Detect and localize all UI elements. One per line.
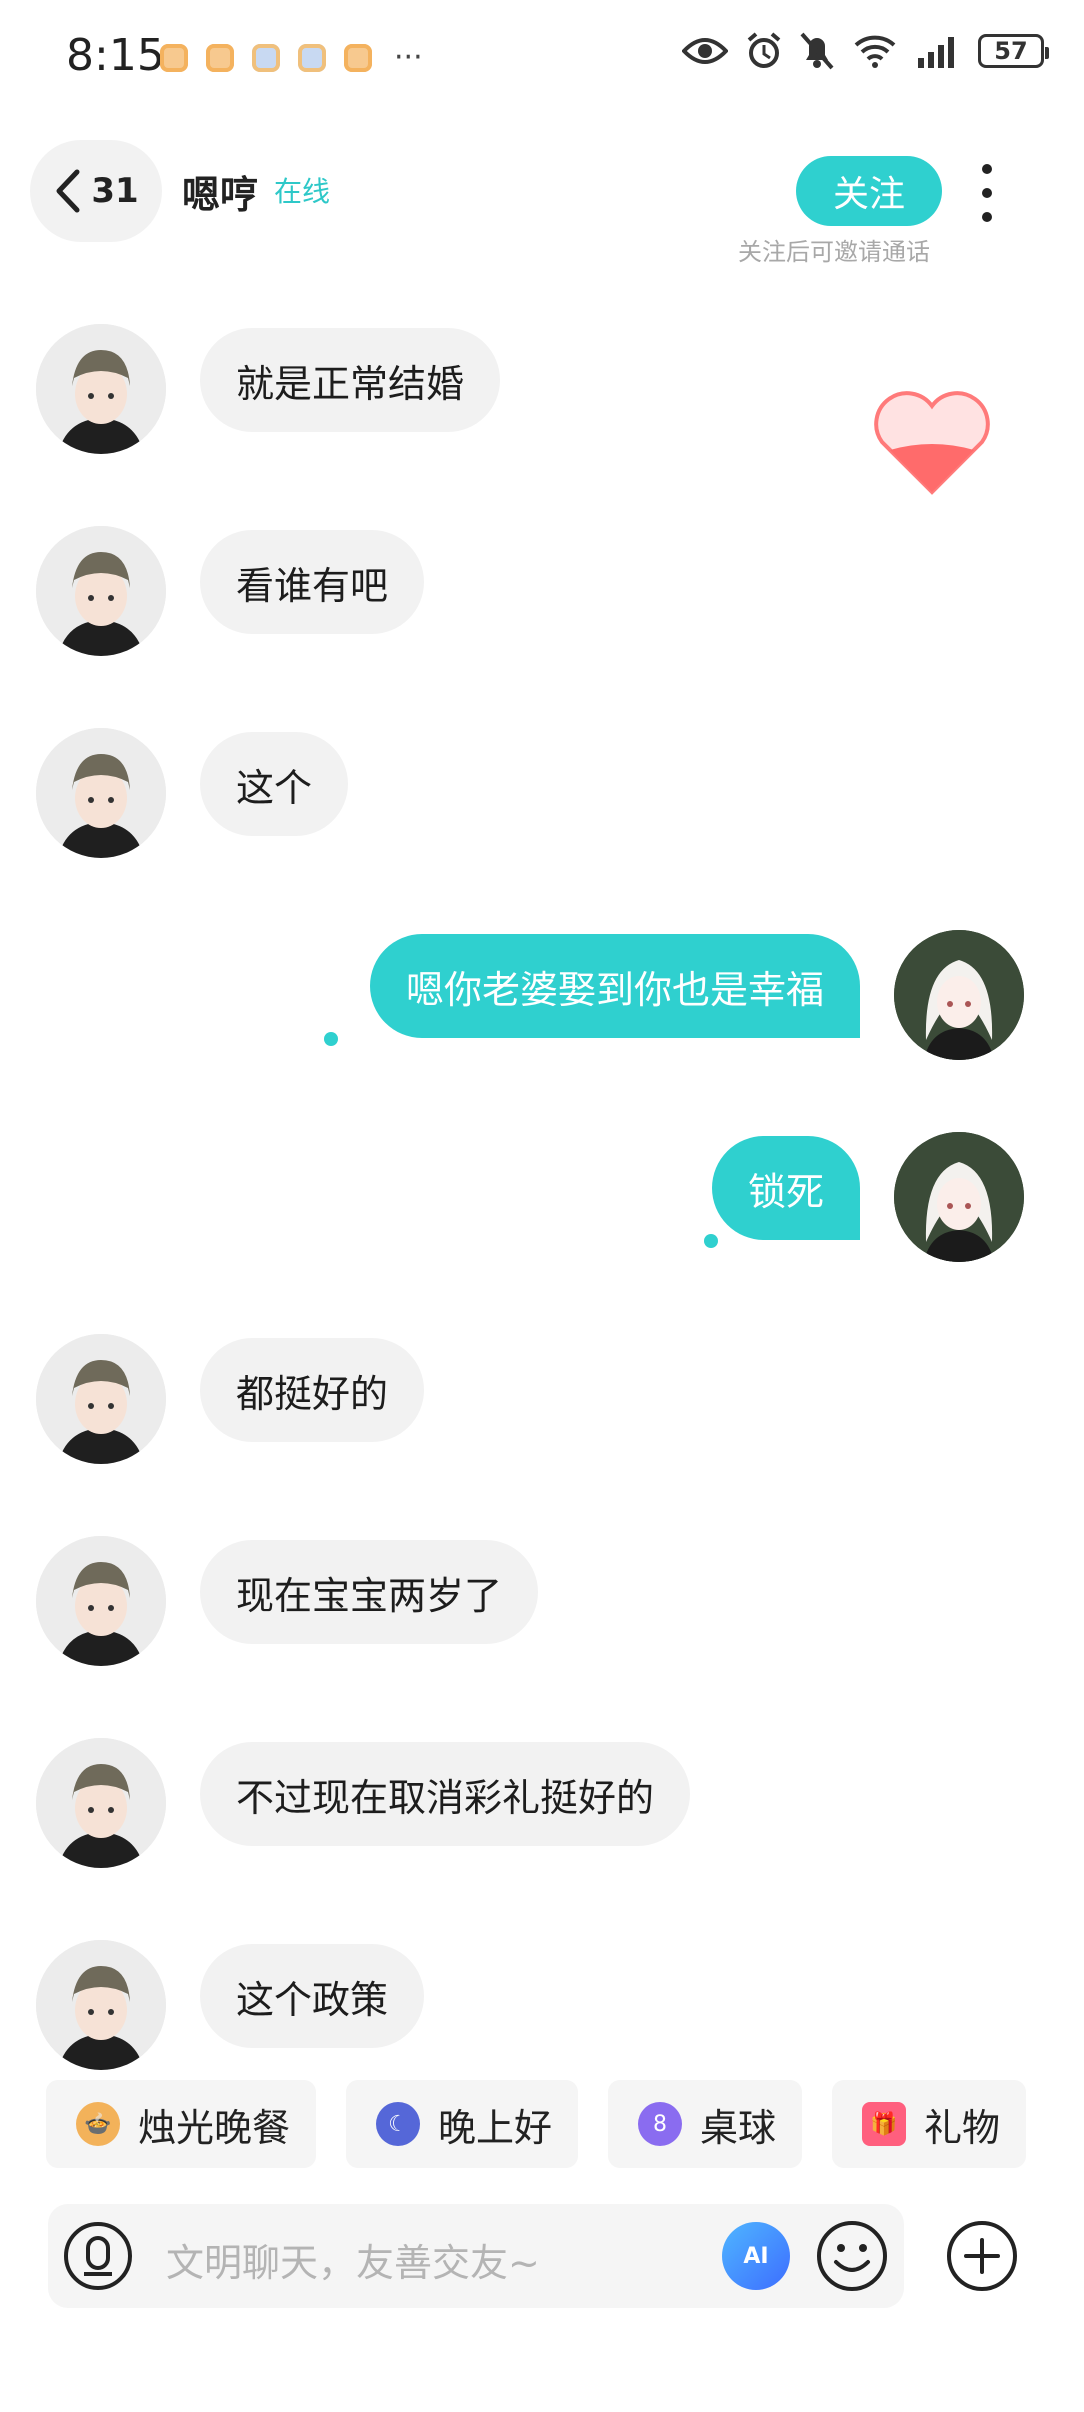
- message-bubble[interactable]: 就是正常结婚: [200, 328, 501, 432]
- message-bubble[interactable]: 这个: [200, 732, 349, 836]
- message-bubble[interactable]: 不过现在取消彩礼挺好的: [200, 1742, 691, 1846]
- message-row: 都挺好的: [0, 1334, 1084, 1474]
- app-notification-icon: [160, 43, 188, 72]
- chip-label: 晚上好: [438, 2105, 553, 2150]
- eye-icon: [682, 38, 728, 64]
- message-row: 就是正常结婚: [0, 324, 1084, 464]
- alarm-icon: [747, 32, 781, 68]
- chat-header: 31 嗯哼 在线 关注 关注后可邀请通话: [0, 130, 1084, 280]
- dot-icon: [982, 212, 992, 222]
- back-button[interactable]: 31: [30, 140, 162, 242]
- dot-icon: [982, 188, 992, 198]
- contact-avatar[interactable]: [36, 728, 166, 858]
- candle-dinner-icon: 🍲: [76, 2102, 120, 2146]
- chip-label: 烛光晚餐: [138, 2105, 291, 2150]
- quick-action-billiards[interactable]: 8 桌球: [608, 2080, 803, 2168]
- quick-action-candle-dinner[interactable]: 🍲 烛光晚餐: [46, 2080, 317, 2168]
- message-row: 这个: [0, 728, 1084, 868]
- contact-name[interactable]: 嗯哼: [182, 164, 258, 219]
- billiard-ball-icon: 8: [638, 2102, 683, 2146]
- mute-bell-icon: [800, 32, 834, 70]
- more-menu-button[interactable]: [976, 164, 998, 222]
- sent-status-dot: [324, 1032, 338, 1046]
- moon-icon: ☾: [376, 2102, 421, 2146]
- signal-icon: [918, 37, 954, 68]
- message-row: 这个政策: [0, 1940, 1084, 2080]
- message-row: 看谁有吧: [0, 526, 1084, 666]
- battery-icon: 57: [978, 34, 1049, 68]
- online-status: 在线: [274, 175, 331, 208]
- chip-label: 礼物: [924, 2105, 1001, 2150]
- message-bubble[interactable]: 锁死: [711, 1136, 860, 1240]
- message-input-bar: 文明聊天，友善交友~ AI: [48, 2204, 904, 2308]
- battery-level: 57: [994, 37, 1028, 65]
- contact-avatar[interactable]: [36, 526, 166, 656]
- more-notifications-icon: ···: [394, 40, 423, 75]
- message-bubble[interactable]: 这个政策: [200, 1944, 425, 2048]
- status-bar: 8:15 ··· 57: [0, 0, 1084, 110]
- gift-icon: 🎁: [862, 2102, 907, 2146]
- message-bubble[interactable]: 都挺好的: [200, 1338, 425, 1442]
- message-row: 锁死: [0, 1132, 1084, 1272]
- message-row: 现在宝宝两岁了: [0, 1536, 1084, 1676]
- quick-action-gift[interactable]: 🎁 礼物: [832, 2080, 1027, 2168]
- wifi-icon: [854, 35, 896, 68]
- system-status-icons: 57: [682, 32, 1049, 70]
- app-notification-icon: [298, 43, 326, 72]
- contact-avatar[interactable]: [36, 1334, 166, 1464]
- app-notification-icon: [252, 43, 280, 72]
- contact-avatar[interactable]: [36, 1940, 166, 2070]
- sent-status-dot: [704, 1234, 718, 1248]
- message-bubble[interactable]: 现在宝宝两岁了: [200, 1540, 539, 1644]
- status-time: 8:15: [66, 30, 165, 81]
- notification-icons: ···: [160, 40, 423, 75]
- dot-icon: [982, 164, 992, 174]
- plus-icon[interactable]: [944, 2218, 1020, 2294]
- contact-avatar[interactable]: [36, 1738, 166, 1868]
- app-notification-icon: [344, 43, 372, 72]
- follow-button[interactable]: 关注: [796, 156, 942, 226]
- chevron-left-icon: [56, 169, 80, 213]
- message-row: 不过现在取消彩礼挺好的: [0, 1738, 1084, 1878]
- my-avatar[interactable]: [894, 1132, 1024, 1262]
- app-notification-icon: [206, 43, 234, 72]
- voice-icon[interactable]: [62, 2220, 134, 2292]
- quick-action-good-evening[interactable]: ☾ 晚上好: [346, 2080, 579, 2168]
- emoji-icon[interactable]: [814, 2218, 890, 2294]
- message-input[interactable]: 文明聊天，友善交友~: [166, 2232, 540, 2287]
- message-bubble[interactable]: 嗯你老婆娶到你也是幸福: [369, 934, 860, 1038]
- chip-label: 桌球: [700, 2105, 777, 2150]
- quick-actions-bar: 🍲 烛光晚餐 ☾ 晚上好 8 桌球 🎁 礼物: [46, 2080, 1066, 2168]
- my-avatar[interactable]: [894, 930, 1024, 1060]
- follow-hint: 关注后可邀请通话: [738, 238, 930, 266]
- contact-avatar[interactable]: [36, 324, 166, 454]
- message-row: 嗯你老婆娶到你也是幸福: [0, 930, 1084, 1070]
- ai-assistant-icon[interactable]: AI: [722, 2222, 790, 2290]
- message-bubble[interactable]: 看谁有吧: [200, 530, 425, 634]
- unread-count: 31: [91, 171, 139, 211]
- contact-avatar[interactable]: [36, 1536, 166, 1666]
